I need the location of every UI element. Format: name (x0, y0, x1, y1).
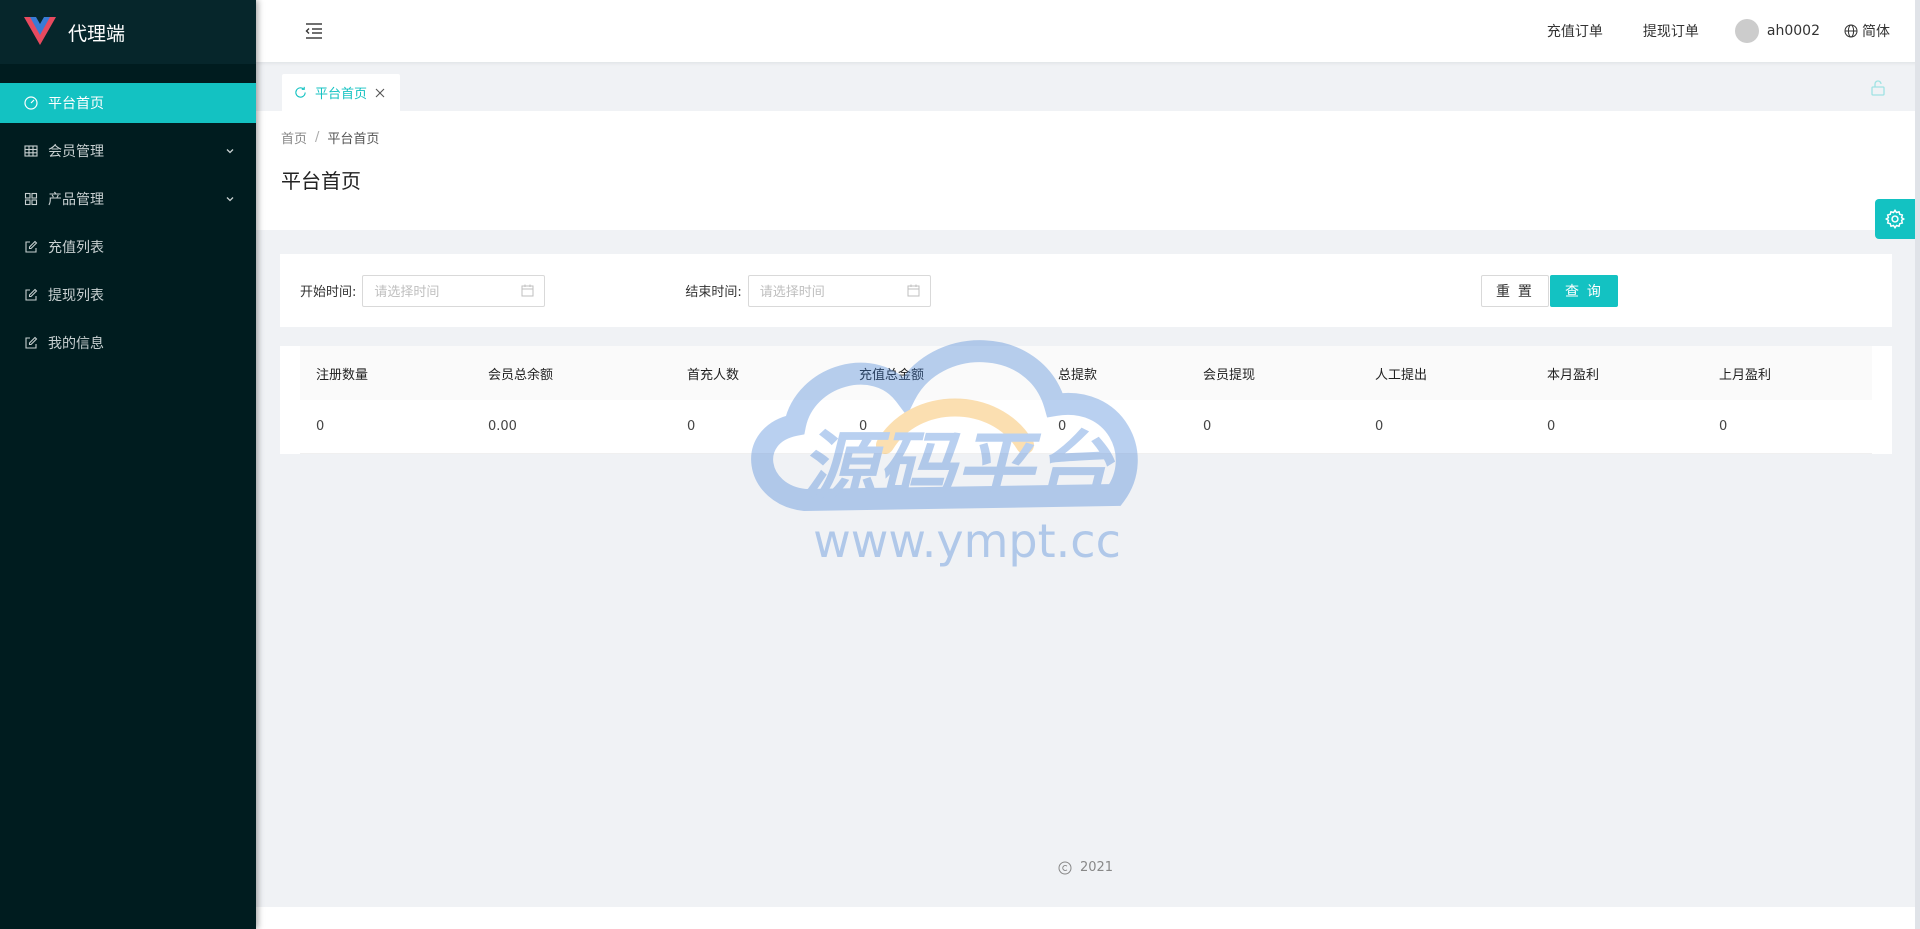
table-cell: 0 (859, 419, 868, 434)
calendar-icon (521, 284, 534, 297)
user-menu[interactable]: ah0002 (1734, 19, 1820, 43)
vue-logo-icon (24, 17, 56, 45)
close-icon[interactable] (375, 88, 385, 98)
table-cell: 0 (1375, 419, 1384, 434)
watermark-url: www.ympt.cc (813, 514, 1121, 568)
table-cell: 0 (687, 419, 696, 434)
start-time-placeholder: 请选择时间 (374, 285, 440, 300)
table-cell: 0 (1203, 419, 1212, 434)
app-title: 代理端 (68, 22, 126, 45)
sidebar-item-products[interactable]: 产品管理 (0, 179, 256, 219)
top-header: 充值订单 提现订单 ah0002 简体 (256, 0, 1920, 62)
sidebar-item-label: 平台首页 (48, 96, 104, 112)
end-time-placeholder: 请选择时间 (759, 285, 825, 300)
copyright-icon (1058, 861, 1072, 874)
app-logo[interactable]: 代理端 (0, 0, 256, 64)
edit-icon (24, 240, 38, 254)
globe-icon (1844, 24, 1858, 38)
language-switcher[interactable]: 简体 (1844, 21, 1890, 41)
footer: 2021 (256, 860, 1915, 875)
sidebar-item-label: 我的信息 (48, 336, 104, 352)
header-actions: 充值订单 提现订单 ah0002 简体 (1507, 19, 1890, 43)
table-cell: 0 (1058, 419, 1067, 434)
withdraw-orders-link[interactable]: 提现订单 (1643, 21, 1699, 41)
gear-icon (1884, 208, 1906, 230)
sidebar: 代理端 平台首页 会员管理 产品管理 充值列表 提现列表 我的信息 (0, 0, 256, 929)
breadcrumb-separator: / (315, 130, 320, 145)
sidebar-item-label: 会员管理 (48, 144, 104, 160)
settings-button[interactable] (1875, 199, 1915, 239)
end-time-picker[interactable]: 请选择时间 (747, 274, 931, 307)
chevron-down-icon (226, 149, 234, 154)
table-header: 注册数量 会员总余额 首充人数 充值总金额 总提款 会员提现 人工提出 本月盈利… (300, 346, 1872, 400)
breadcrumb-home[interactable]: 首页 (281, 128, 307, 147)
reload-icon[interactable] (294, 86, 307, 99)
tab-label: 平台首页 (315, 87, 368, 102)
edit-icon (24, 288, 38, 302)
breadcrumb-current: 平台首页 (327, 132, 380, 147)
end-time-label: 结束时间: (685, 285, 742, 300)
sidebar-item-label: 产品管理 (48, 192, 104, 208)
reset-button[interactable]: 重 置 (1481, 274, 1549, 307)
query-button[interactable]: 查 询 (1550, 274, 1618, 307)
username: ah0002 (1766, 23, 1820, 39)
column-header: 首充人数 (687, 367, 740, 383)
stats-table: 注册数量 会员总余额 首充人数 充值总金额 总提款 会员提现 人工提出 本月盈利… (280, 346, 1892, 454)
sidebar-item-label: 提现列表 (48, 288, 104, 304)
sidebar-item-withdraw-list[interactable]: 提现列表 (0, 275, 256, 315)
tabs-bar: 平台首页 (256, 62, 1915, 111)
column-header: 本月盈利 (1547, 367, 1600, 383)
table-cell: 0 (316, 419, 325, 434)
tab-dashboard[interactable]: 平台首页 (282, 74, 400, 111)
table-cell: 0 (1547, 419, 1556, 434)
table-icon (24, 144, 38, 158)
sidebar-menu: 平台首页 会员管理 产品管理 充值列表 提现列表 我的信息 (0, 83, 256, 363)
column-header: 上月盈利 (1719, 367, 1772, 383)
sidebar-item-label: 充值列表 (48, 240, 104, 256)
sidebar-item-my-info[interactable]: 我的信息 (0, 323, 256, 363)
column-header: 会员总余额 (488, 367, 554, 383)
edit-icon (24, 336, 38, 350)
column-header: 充值总金额 (859, 367, 925, 383)
sidebar-item-recharge-list[interactable]: 充值列表 (0, 227, 256, 267)
table-cell: 0 (1719, 419, 1728, 434)
start-time-label: 开始时间: (300, 285, 357, 300)
menu-fold-icon[interactable] (304, 21, 324, 41)
start-time-picker[interactable]: 请选择时间 (362, 274, 546, 307)
sidebar-item-members[interactable]: 会员管理 (0, 131, 256, 171)
page-title: 平台首页 (281, 169, 361, 193)
dashboard-icon (24, 96, 38, 110)
filter-card: 开始时间: 请选择时间 结束时间: 请选择时间 重 置 查 询 (280, 254, 1892, 327)
unlock-icon[interactable] (1871, 80, 1885, 96)
sidebar-item-dashboard[interactable]: 平台首页 (0, 83, 256, 123)
column-header: 人工提出 (1375, 367, 1428, 383)
appstore-icon (24, 192, 38, 206)
page-header: 首页 / 平台首页 平台首页 (256, 111, 1915, 230)
page-scrollbar[interactable] (1915, 0, 1920, 929)
column-header: 总提款 (1058, 367, 1098, 383)
bottom-band (256, 907, 1915, 929)
copyright-year: 2021 (1079, 860, 1114, 875)
language-label: 简体 (1862, 24, 1890, 40)
recharge-orders-link[interactable]: 充值订单 (1547, 21, 1603, 41)
breadcrumb: 首页 / 平台首页 (281, 128, 1915, 147)
avatar (1734, 19, 1759, 43)
column-header: 会员提现 (1203, 367, 1256, 383)
table-row: 0 0.00 0 0 0 0 0 0 0 (300, 400, 1872, 454)
column-header: 注册数量 (316, 367, 369, 383)
calendar-icon (907, 284, 920, 297)
table-cell: 0.00 (488, 419, 517, 434)
chevron-down-icon (226, 197, 234, 202)
